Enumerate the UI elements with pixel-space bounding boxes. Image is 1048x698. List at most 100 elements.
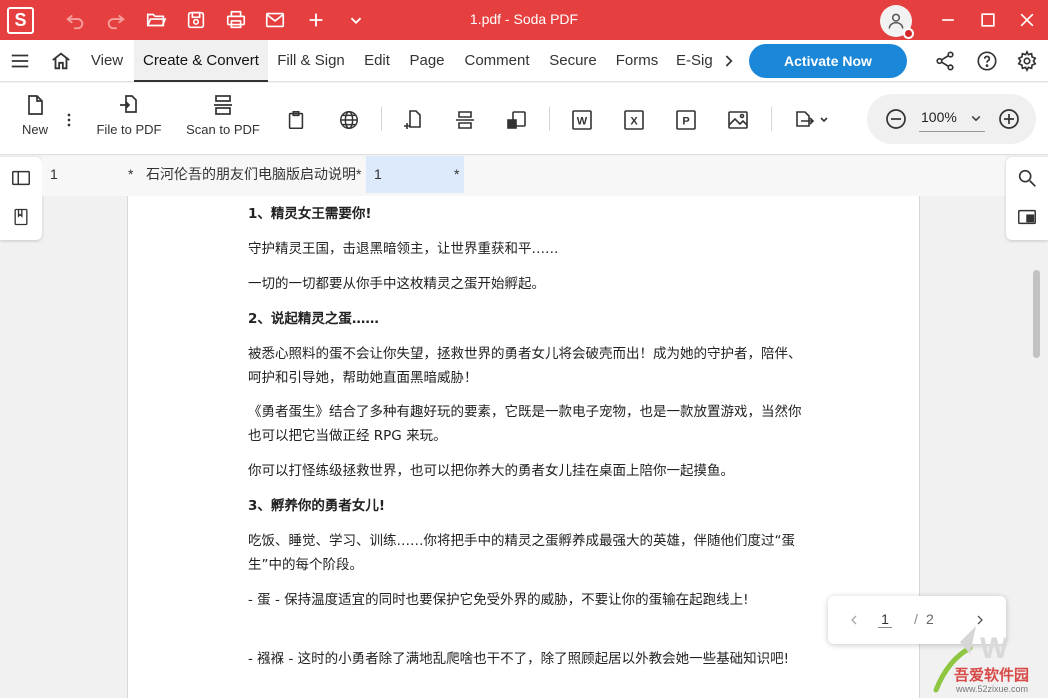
split-page-icon[interactable] bbox=[452, 107, 478, 133]
clipboard-icon[interactable] bbox=[283, 107, 309, 133]
print-icon[interactable] bbox=[224, 8, 248, 32]
document-tabs: 1 * 石河伦吾的朋友们电脑版启动说明* 1 * bbox=[42, 156, 1006, 196]
svg-text:X: X bbox=[630, 116, 638, 128]
scan-to-pdf-button[interactable]: Scan to PDF bbox=[185, 93, 261, 137]
activate-now-button[interactable]: Activate Now bbox=[749, 44, 907, 78]
toolbar-divider bbox=[771, 107, 772, 131]
tab-document-1[interactable]: 1 bbox=[42, 156, 138, 193]
sidebar-toggle-icon[interactable] bbox=[9, 166, 33, 190]
tab-document-3[interactable]: 1 * bbox=[366, 156, 464, 193]
tab-label: 石河伦吾的朋友们电脑版启动说明 bbox=[146, 166, 356, 182]
heading-1: 1、精灵女王需要你! bbox=[248, 206, 372, 222]
menu-edit[interactable]: Edit bbox=[356, 40, 398, 82]
resize-page-icon[interactable] bbox=[504, 107, 530, 133]
right-side-panel bbox=[1006, 157, 1048, 240]
menu-view[interactable]: View bbox=[84, 40, 130, 82]
zoom-value[interactable]: 100% bbox=[921, 109, 957, 125]
paragraph: - 襁褓 - 这时的小勇者除了满地乱爬啥也干不了，除了照顾起居以外教会她一些基础… bbox=[248, 651, 790, 667]
menu-fill-sign[interactable]: Fill & Sign bbox=[272, 40, 350, 82]
scanner-icon bbox=[214, 95, 232, 115]
toolbar-divider bbox=[549, 107, 550, 131]
share-icon[interactable] bbox=[933, 49, 957, 73]
menu-bar: View Create & Convert Fill & Sign Edit P… bbox=[0, 40, 1048, 82]
tab-label: 1 bbox=[374, 166, 382, 182]
site-watermark: W 吾爱软件园 www.52zixue.com bbox=[930, 620, 1048, 698]
zoom-control: 100% bbox=[867, 94, 1036, 144]
tab-modified-marker: * bbox=[128, 166, 134, 182]
left-side-panel bbox=[0, 157, 42, 240]
watermark-url: www.52zixue.com bbox=[956, 684, 1029, 694]
zoom-dropdown-icon[interactable] bbox=[965, 107, 987, 129]
svg-text:W: W bbox=[980, 632, 1009, 665]
word-icon[interactable]: W bbox=[569, 107, 595, 133]
bookmark-icon[interactable] bbox=[9, 205, 33, 229]
zoom-in-icon[interactable] bbox=[996, 106, 1022, 132]
paragraph: 一切的一切都要从你手中这枚精灵之蛋开始孵起。 bbox=[248, 276, 545, 292]
hamburger-menu-icon[interactable] bbox=[8, 49, 32, 73]
tab-label: 1 bbox=[50, 166, 58, 182]
panel-layout-icon[interactable] bbox=[1015, 205, 1039, 229]
file-to-pdf-label: File to PDF bbox=[96, 122, 162, 137]
vertical-scrollbar[interactable] bbox=[1033, 270, 1040, 358]
pdf-page: 1、精灵女王需要你! 守护精灵王国，击退黑暗领主，让世界重获和平…… 一切的一切… bbox=[127, 196, 920, 698]
settings-gear-icon[interactable] bbox=[1015, 49, 1039, 73]
web-globe-icon[interactable] bbox=[336, 107, 362, 133]
menu-comment[interactable]: Comment bbox=[459, 40, 535, 82]
menu-forms[interactable]: Forms bbox=[611, 40, 663, 82]
current-page-input[interactable]: 1 bbox=[878, 611, 892, 628]
paragraph: 吃饭、睡觉、学习、训练……你将把手中的精灵之蛋孵养成最强大的英雄，伴随他们度过“… bbox=[248, 533, 795, 573]
new-label: New bbox=[21, 122, 48, 137]
svg-text:P: P bbox=[682, 116, 689, 128]
chevron-right-icon[interactable] bbox=[716, 49, 740, 73]
minimize-icon[interactable] bbox=[936, 8, 960, 32]
tab-document-2[interactable]: 石河伦吾的朋友们电脑版启动说明* bbox=[138, 156, 366, 193]
menu-e-sign[interactable]: E-Sig bbox=[676, 40, 712, 82]
search-icon[interactable] bbox=[1015, 166, 1039, 190]
file-to-pdf-button[interactable]: File to PDF bbox=[96, 93, 162, 137]
paragraph: 你可以打怪练级拯救世界，也可以把你养大的勇者女儿挂在桌面上陪你一起摸鱼。 bbox=[248, 463, 734, 479]
maximize-icon[interactable] bbox=[976, 8, 1000, 32]
paragraph: - 蛋 - 保持温度适宜的同时也要保护它免受外界的威胁，不要让你的蛋输在起跑线上… bbox=[248, 592, 749, 608]
page-separator: / bbox=[914, 611, 918, 627]
new-document-icon bbox=[28, 95, 43, 115]
redo-icon[interactable] bbox=[104, 8, 128, 32]
title-bar: S 1.pdf - Soda PDF bbox=[0, 0, 1048, 40]
open-folder-icon[interactable] bbox=[144, 8, 168, 32]
heading-3: 3、孵养你的勇者女儿! bbox=[248, 498, 386, 514]
powerpoint-icon[interactable]: P bbox=[673, 107, 699, 133]
menu-secure[interactable]: Secure bbox=[545, 40, 601, 82]
soda-pdf-logo[interactable]: S bbox=[7, 7, 34, 34]
paragraph: 被悉心照料的蛋不会让你失望，拯救世界的勇者女儿将会破壳而出！成为她的守护者，陪伴… bbox=[248, 346, 802, 386]
watermark-text: 吾爱软件园 bbox=[954, 667, 1030, 684]
chevron-down-icon[interactable] bbox=[344, 8, 368, 32]
user-avatar[interactable] bbox=[880, 5, 914, 39]
convert-more-icon[interactable] bbox=[791, 107, 831, 133]
insert-page-icon[interactable] bbox=[400, 107, 426, 133]
paragraph: 《勇者蛋生》结合了多种有趣好玩的要素，它既是一款电子宠物，也是一款放置游戏，当然… bbox=[248, 404, 802, 444]
previous-page-icon[interactable] bbox=[844, 610, 864, 630]
home-icon[interactable] bbox=[49, 49, 73, 73]
paragraph: 守护精灵王国，击退黑暗领主，让世界重获和平…… bbox=[248, 241, 559, 257]
menu-create-convert[interactable]: Create & Convert bbox=[134, 40, 268, 82]
heading-2: 2、说起精灵之蛋…… bbox=[248, 311, 379, 327]
zoom-out-icon[interactable] bbox=[883, 106, 909, 132]
close-icon[interactable] bbox=[1015, 8, 1039, 32]
svg-text:W: W bbox=[577, 116, 588, 128]
notification-dot bbox=[903, 28, 914, 39]
tab-modified-marker: * bbox=[454, 166, 460, 182]
more-options-icon[interactable] bbox=[56, 107, 82, 133]
image-icon[interactable] bbox=[725, 107, 751, 133]
menu-page[interactable]: Page bbox=[404, 40, 450, 82]
excel-icon[interactable]: X bbox=[621, 107, 647, 133]
help-icon[interactable] bbox=[975, 49, 999, 73]
scan-to-pdf-label: Scan to PDF bbox=[186, 122, 260, 137]
undo-icon[interactable] bbox=[63, 8, 87, 32]
ribbon-toolbar: New File to PDF Scan to PDF W X P 100% bbox=[0, 83, 1048, 155]
save-icon[interactable] bbox=[184, 8, 208, 32]
plus-icon[interactable] bbox=[304, 8, 328, 32]
mail-icon[interactable] bbox=[263, 8, 287, 32]
tab-modified-marker: * bbox=[356, 166, 362, 182]
new-button[interactable]: New bbox=[18, 93, 52, 137]
file-to-pdf-icon bbox=[120, 95, 137, 113]
toolbar-divider bbox=[381, 107, 382, 131]
